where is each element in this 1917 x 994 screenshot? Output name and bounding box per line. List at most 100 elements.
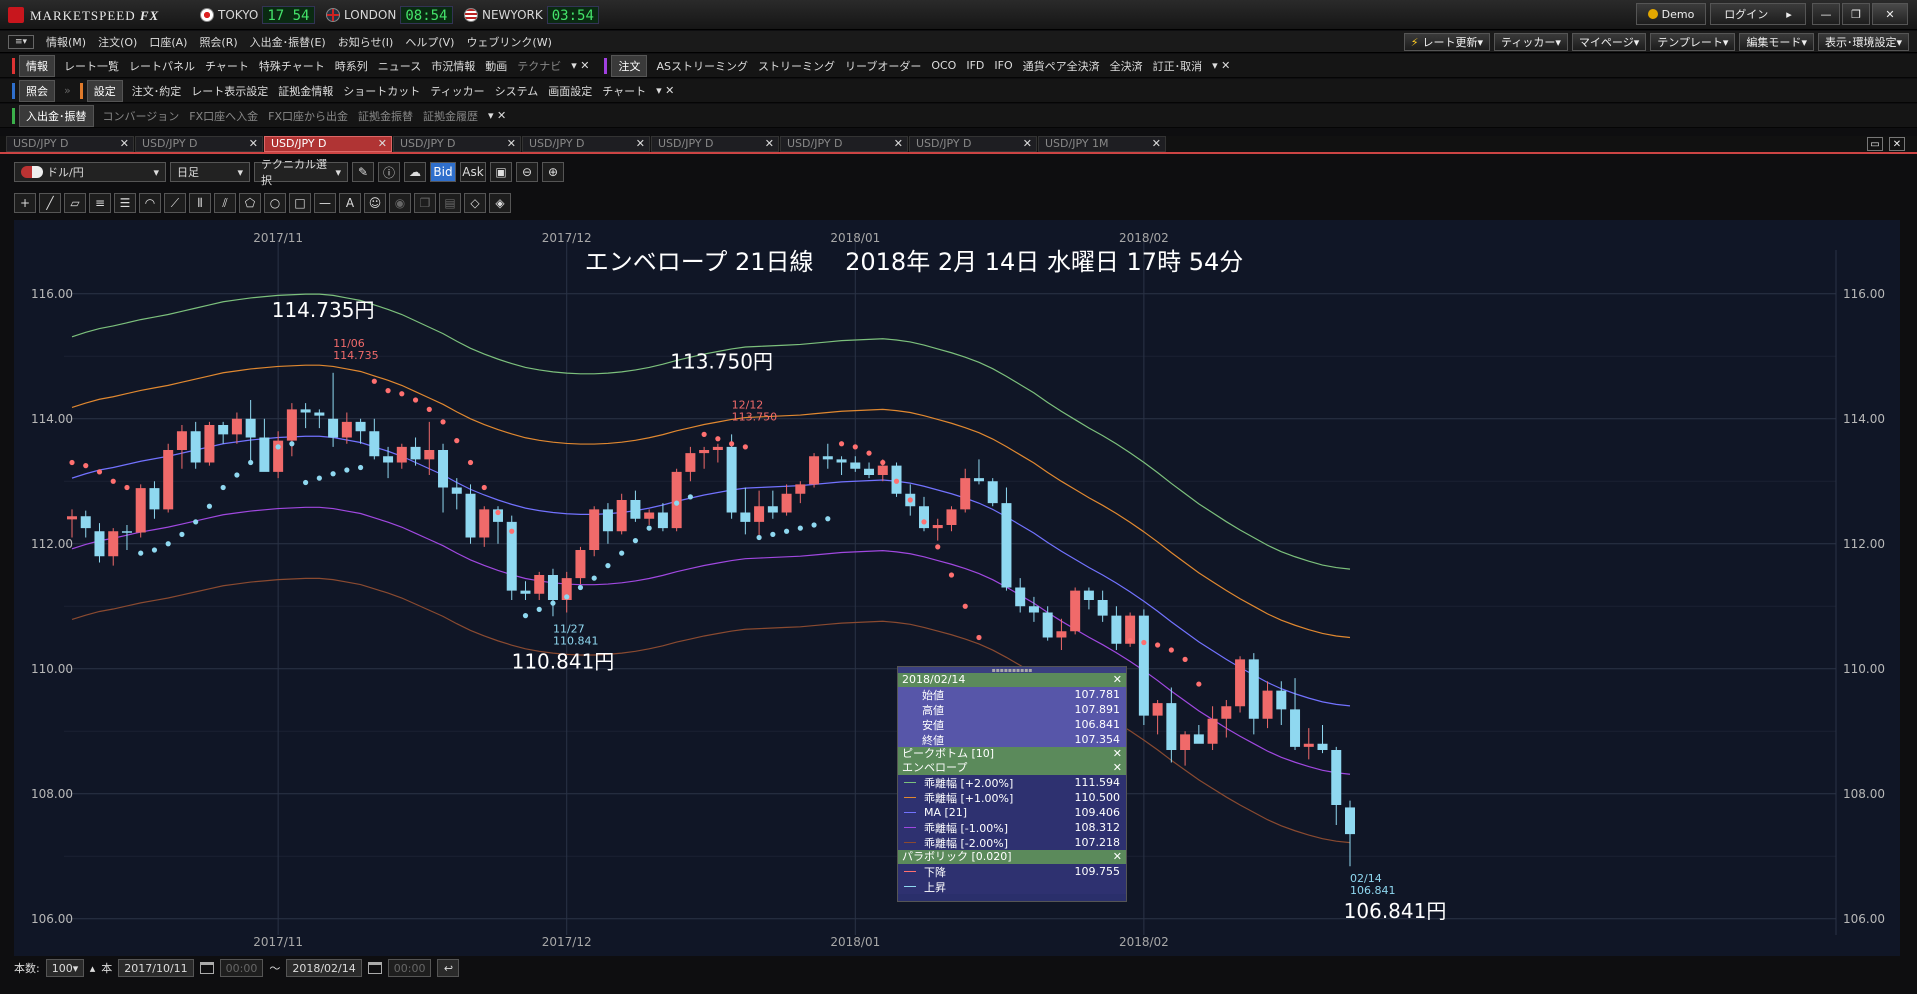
close-icon[interactable]: ✕ [636, 137, 645, 151]
tb-rate-panel[interactable]: レートパネル [124, 58, 200, 74]
tb-withdraw-fx[interactable]: FX口座から出金 [263, 108, 353, 124]
period-select[interactable]: 日足 ▾ [170, 162, 250, 182]
tb-timeseries[interactable]: 時系列 [330, 58, 373, 74]
tb-order-execution[interactable]: 注文･約定 [127, 83, 187, 99]
chevron-down-icon[interactable]: ▾ ✕ [566, 59, 594, 72]
tb-technavi[interactable]: テクナビ [512, 58, 566, 74]
close-icon[interactable]: ✕ [507, 137, 516, 151]
tb-margin-info[interactable]: 証拠金情報 [273, 83, 338, 99]
zoom-out-icon[interactable]: ⊖ [516, 162, 538, 182]
tb-leave-order[interactable]: リーブオーダー [840, 58, 926, 74]
technical-select[interactable]: テクニカル選択 ▾ [254, 158, 348, 187]
arc-icon[interactable]: ◠ [139, 193, 161, 213]
pencil-icon[interactable]: ✎ [352, 162, 374, 182]
demo-button[interactable]: Demo [1636, 3, 1706, 25]
tb-modify-cancel[interactable]: 訂正･取消 [1148, 58, 1208, 74]
from-date-field[interactable]: 2017/10/11 [118, 959, 194, 977]
tb-margin-history[interactable]: 証拠金履歴 [418, 108, 483, 124]
horizontal-lines-icon[interactable]: ≡ [89, 193, 111, 213]
tab-chart-5[interactable]: USD/JPY D ✕ [522, 136, 650, 152]
menu-weblink[interactable]: ウェブリンク(W) [460, 34, 557, 50]
rectangle-icon[interactable]: □ [289, 193, 311, 213]
tab-chart-7[interactable]: USD/JPY D ✕ [780, 136, 908, 152]
zoom-in-icon[interactable]: ⊕ [542, 162, 564, 182]
eraser-all-icon[interactable]: ◈ [489, 193, 511, 213]
close-icon[interactable]: ✕ [120, 137, 129, 151]
ruler-icon[interactable]: ▱ [64, 193, 86, 213]
tb-pair-settle[interactable]: 通貨ペア全決済 [1018, 58, 1105, 74]
tb-chart-settings[interactable]: チャート [597, 83, 651, 99]
tb-system[interactable]: システム [490, 83, 544, 99]
tb-margin-transfer[interactable]: 証拠金振替 [353, 108, 418, 124]
close-icon[interactable]: ✕ [1113, 761, 1122, 775]
tb-oco[interactable]: OCO [926, 59, 961, 72]
trendline-icon[interactable]: ╱ [39, 193, 61, 213]
restore-button[interactable]: ❐ [1842, 3, 1870, 25]
arrow-up-icon[interactable]: ▴ [90, 962, 96, 975]
tab-chart-2[interactable]: USD/JPY D ✕ [135, 136, 263, 152]
display-settings-dropdown[interactable]: 表示･環境設定 ▾ [1817, 33, 1909, 51]
group-info[interactable]: 情報 [19, 54, 55, 77]
mypage-dropdown[interactable]: マイページ ▾ [1571, 33, 1647, 51]
login-button[interactable]: ログイン ▸ [1710, 3, 1806, 25]
tb-ifd[interactable]: IFD [961, 59, 989, 72]
menu-info[interactable]: 情報(M) [40, 34, 92, 50]
tb-market-info[interactable]: 市況情報 [426, 58, 480, 74]
menu-help[interactable]: ヘルプ(V) [399, 34, 460, 50]
vertical-lines-icon[interactable]: ⦀ [189, 193, 211, 213]
to-time-field[interactable]: 00:00 [387, 959, 432, 977]
tb-screen-settings[interactable]: 画面設定 [543, 83, 597, 99]
menu-deposit[interactable]: 入出金･振替(E) [244, 34, 332, 50]
close-icon[interactable]: ✕ [378, 137, 387, 151]
edit-mode-dropdown[interactable]: 編集モード ▾ [1739, 33, 1814, 51]
close-icon[interactable]: ✕ [1113, 747, 1122, 761]
paste-icon[interactable]: ▤ [439, 193, 461, 213]
group-order[interactable]: 注文 [611, 54, 648, 77]
pair-select[interactable]: ドル/円 ▾ [14, 162, 166, 182]
to-date-field[interactable]: 2018/02/14 [286, 959, 362, 977]
fibonacci-icon[interactable]: ☰ [114, 193, 136, 213]
refresh-button[interactable]: ↩ [437, 959, 460, 977]
ticker-dropdown[interactable]: ティッカー ▾ [1494, 33, 1568, 51]
tb-as-streaming[interactable]: ASストリーミング [651, 58, 753, 74]
calendar-icon[interactable] [199, 962, 214, 974]
info-panel[interactable]: ▪▪▪▪▪▪▪▪▪▪ 2018/02/14 ✕ 始値 107.781 高値 107.8… [897, 666, 1127, 902]
tb-deposit-fx[interactable]: FX口座へ入金 [184, 108, 263, 124]
cloud-icon[interactable]: ☁ [404, 162, 426, 182]
hline-icon[interactable]: — [314, 193, 336, 213]
minimize-button[interactable]: — [1812, 3, 1840, 25]
tab-chart-4[interactable]: USD/JPY D ✕ [393, 136, 521, 152]
tb-news[interactable]: ニュース [373, 58, 426, 74]
bid-button[interactable]: Bid [430, 162, 456, 182]
fan-icon[interactable]: ⟋ [164, 193, 186, 213]
tab-chart-8[interactable]: USD/JPY D ✕ [909, 136, 1037, 152]
close-icon[interactable]: ✕ [894, 137, 903, 151]
hamburger-menu-icon[interactable]: ≡▾ [8, 34, 34, 49]
count-select[interactable]: 100 ▾ [45, 959, 84, 977]
tb-streaming[interactable]: ストリーミング [753, 58, 840, 74]
tb-chart[interactable]: チャート [200, 58, 254, 74]
tb-rate-list[interactable]: レート一覧 [59, 58, 124, 74]
tb-special-chart[interactable]: 特殊チャート [254, 58, 330, 74]
tb-conversion[interactable]: コンバージョン [98, 108, 185, 124]
collapse-icon[interactable]: » [59, 84, 76, 97]
close-icon[interactable]: ✕ [1889, 137, 1905, 151]
screenshot-icon[interactable]: ▣ [490, 162, 512, 182]
tab-chart-1[interactable]: USD/JPY D ✕ [6, 136, 134, 152]
close-icon[interactable]: ✕ [249, 137, 258, 151]
eraser-icon[interactable]: ◇ [464, 193, 486, 213]
info-icon[interactable]: ⓘ [378, 162, 400, 182]
close-icon[interactable]: ✕ [1113, 850, 1122, 864]
tab-chart-9[interactable]: USD/JPY 1M ✕ [1038, 136, 1166, 152]
smiley-icon[interactable]: ☺ [364, 193, 386, 213]
close-icon[interactable]: ✕ [1113, 673, 1122, 687]
ask-button[interactable]: Ask [460, 162, 486, 182]
tb-ifo[interactable]: IFO [989, 59, 1017, 72]
tab-chart-3[interactable]: USD/JPY D ✕ [264, 136, 392, 152]
menu-inquiry[interactable]: 照会(R) [193, 34, 243, 50]
chevron-down-icon[interactable]: ▾ ✕ [651, 84, 679, 97]
maximize-icon[interactable]: ▭ [1867, 137, 1883, 151]
tb-all-settle[interactable]: 全決済 [1105, 58, 1148, 74]
menu-notice[interactable]: お知らせ(I) [332, 34, 400, 50]
menu-order[interactable]: 注文(O) [92, 34, 143, 50]
